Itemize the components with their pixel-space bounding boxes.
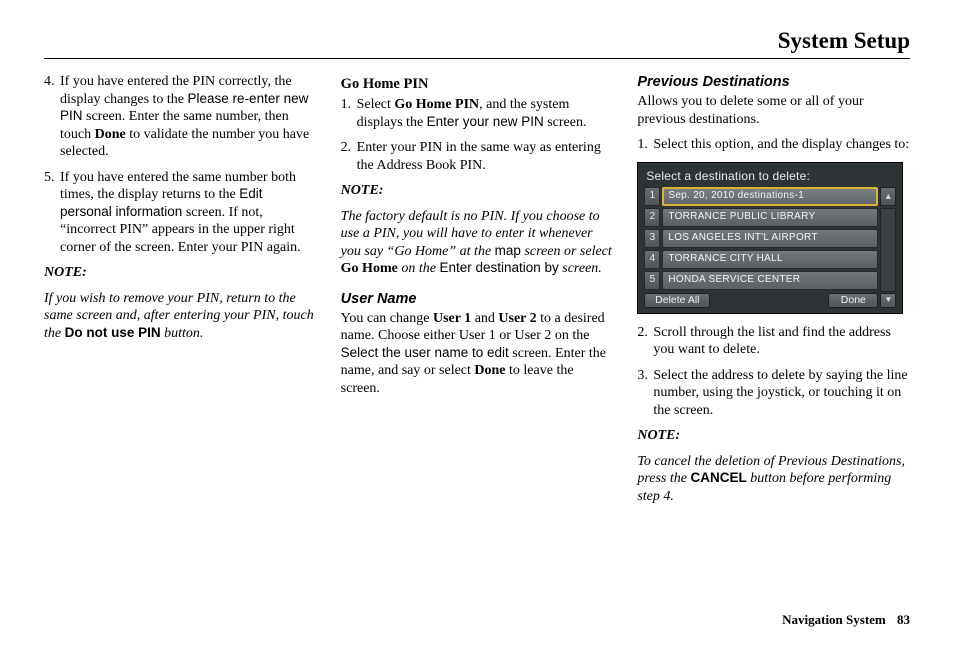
heading-go-home-pin: Go Home PIN [341,75,614,93]
column-2: Go Home PIN 1. Select Go Home PIN, and t… [341,73,614,513]
footer-label: Navigation System [782,612,886,627]
list-number: 2. [341,139,357,174]
destination-row-label: TORRANCE CITY HALL [662,250,878,269]
done-button: Done [828,293,878,308]
col2-item-1: 1. Select Go Home PIN, and the system di… [341,96,614,131]
destination-row-number: 5 [644,271,660,290]
list-number: 3. [637,367,653,420]
col2-item-2: 2. Enter your PIN in the same way as ent… [341,139,614,174]
col3-list2: 2. Scroll through the list and find the … [637,324,910,420]
destination-row-label: Sep. 20, 2010 destinations-1 [662,187,878,206]
col3-item-3: 3. Select the address to delete by sayin… [637,367,910,420]
destination-row-number: 2 [644,208,660,227]
col2-note: The factory default is no PIN. If you ch… [341,208,614,278]
list-text: Select this option, and the display chan… [653,136,910,154]
list-number: 1. [637,136,653,154]
screen-header: Select a destination to delete: [644,168,896,187]
destination-list: 1Sep. 20, 2010 destinations-12TORRANCE P… [644,187,878,292]
list-text: Scroll through the list and find the add… [653,324,910,359]
heading-previous-destinations: Previous Destinations [637,73,910,91]
col3-list1: 1. Select this option, and the display c… [637,136,910,154]
heading-user-name: User Name [341,290,614,308]
list-number: 1. [341,96,357,131]
destination-row-number: 1 [644,187,660,206]
col1-note: If you wish to remove your PIN, return t… [44,290,317,343]
page-footer: Navigation System 83 [782,612,910,628]
list-text: Select the address to delete by saying t… [653,367,910,420]
destination-row-label: TORRANCE PUBLIC LIBRARY [662,208,878,227]
destination-row-number: 3 [644,229,660,248]
note-label: NOTE: [341,182,614,200]
list-text: If you have entered the same number both… [60,169,317,257]
col1-item-5: 5. If you have entered the same number b… [44,169,317,257]
destination-row: 5HONDA SERVICE CENTER [644,271,878,290]
col2-user-name-text: You can change User 1 and User 2 to a de… [341,310,614,398]
note-label: NOTE: [44,264,317,282]
col3-item-2: 2. Scroll through the list and find the … [637,324,910,359]
list-text: Select Go Home PIN, and the system displ… [357,96,614,131]
device-screenshot: Select a destination to delete: 1Sep. 20… [637,162,903,314]
list-text: Enter your PIN in the same way as enteri… [357,139,614,174]
destination-row: 2TORRANCE PUBLIC LIBRARY [644,208,878,227]
col2-list1: 1. Select Go Home PIN, and the system di… [341,96,614,174]
list-text: If you have entered the PIN correctly, t… [60,73,317,161]
col3-item-1: 1. Select this option, and the display c… [637,136,910,154]
destination-row-label: HONDA SERVICE CENTER [662,271,878,290]
title-rule [44,58,910,59]
column-1: 4. If you have entered the PIN correctly… [44,73,317,513]
scroll-track [880,208,896,292]
destination-row-label: LOS ANGELES INT'L AIRPORT [662,229,878,248]
scroll-up-icon: ▲ [880,187,896,206]
col3-note: To cancel the deletion of Previous Desti… [637,453,910,506]
col3-intro: Allows you to delete some or all of your… [637,93,910,128]
list-number: 5. [44,169,60,257]
column-3: Previous Destinations Allows you to dele… [637,73,910,513]
destination-row: 4TORRANCE CITY HALL [644,250,878,269]
destination-row: 1Sep. 20, 2010 destinations-1 [644,187,878,206]
footer-page-number: 83 [897,612,910,627]
content-columns: 4. If you have entered the PIN correctly… [44,73,910,513]
list-number: 4. [44,73,60,161]
col1-list: 4. If you have entered the PIN correctly… [44,73,317,256]
scrollbar: ▲ [880,187,896,292]
page-title: System Setup [44,28,910,54]
list-number: 2. [637,324,653,359]
destination-row-number: 4 [644,250,660,269]
note-label: NOTE: [637,427,910,445]
scroll-down-icon: ▼ [880,293,896,308]
scroll-down-group: ▼ [880,293,896,308]
delete-all-button: Delete All [644,293,710,308]
col1-item-4: 4. If you have entered the PIN correctly… [44,73,317,161]
destination-row: 3LOS ANGELES INT'L AIRPORT [644,229,878,248]
